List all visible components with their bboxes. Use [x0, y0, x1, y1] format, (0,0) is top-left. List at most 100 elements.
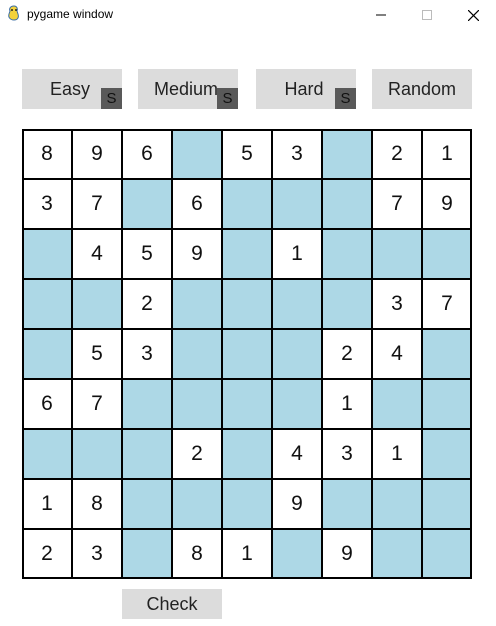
sudoku-cell[interactable]	[322, 279, 372, 329]
sudoku-cell[interactable]: 2	[22, 529, 72, 579]
sudoku-cell[interactable]: 2	[322, 329, 372, 379]
box-border-vertical	[171, 129, 173, 579]
sudoku-cell[interactable]	[122, 429, 172, 479]
sudoku-cell[interactable]	[122, 179, 172, 229]
sudoku-cell[interactable]	[372, 479, 422, 529]
sudoku-cell[interactable]	[72, 429, 122, 479]
easy-button[interactable]: Easy S	[22, 69, 122, 109]
sudoku-cell[interactable]	[422, 479, 472, 529]
sudoku-cell[interactable]	[322, 479, 372, 529]
check-button[interactable]: Check	[122, 589, 222, 619]
sudoku-cell[interactable]: 1	[322, 379, 372, 429]
pygame-snake-icon	[8, 5, 19, 21]
sudoku-cell[interactable]	[372, 529, 422, 579]
sudoku-cell[interactable]	[22, 229, 72, 279]
sudoku-cell[interactable]: 3	[72, 529, 122, 579]
sudoku-cell[interactable]: 7	[72, 379, 122, 429]
sudoku-cell[interactable]: 1	[272, 229, 322, 279]
sudoku-cell[interactable]: 9	[72, 129, 122, 179]
sudoku-cell[interactable]	[422, 329, 472, 379]
sudoku-cell[interactable]	[322, 129, 372, 179]
sudoku-cell[interactable]: 7	[72, 179, 122, 229]
sudoku-cell[interactable]: 9	[422, 179, 472, 229]
sudoku-cell[interactable]: 1	[422, 129, 472, 179]
sudoku-cell[interactable]: 6	[122, 129, 172, 179]
maximize-button[interactable]	[404, 0, 450, 30]
sudoku-cell[interactable]	[422, 229, 472, 279]
sudoku-cell[interactable]	[272, 329, 322, 379]
sudoku-cell[interactable]: 6	[172, 179, 222, 229]
sudoku-cell[interactable]	[172, 279, 222, 329]
sudoku-cell[interactable]	[122, 529, 172, 579]
sudoku-cell[interactable]: 5	[122, 229, 172, 279]
sudoku-cell[interactable]: 4	[72, 229, 122, 279]
minimize-button[interactable]	[358, 0, 404, 30]
sudoku-cell[interactable]	[272, 529, 322, 579]
sudoku-cell[interactable]	[272, 379, 322, 429]
sudoku-cell[interactable]: 8	[22, 129, 72, 179]
sudoku-cell[interactable]	[372, 229, 422, 279]
sudoku-cell[interactable]	[422, 429, 472, 479]
sudoku-cell[interactable]: 3	[322, 429, 372, 479]
sudoku-cell[interactable]	[172, 379, 222, 429]
sudoku-cell[interactable]: 9	[272, 479, 322, 529]
sudoku-cell[interactable]: 7	[422, 279, 472, 329]
sudoku-cell[interactable]	[222, 229, 272, 279]
sudoku-cell[interactable]	[222, 429, 272, 479]
sudoku-cell[interactable]	[22, 329, 72, 379]
medium-solve-button[interactable]: S	[217, 88, 238, 109]
window-title: pygame window	[27, 7, 114, 21]
minimize-icon	[376, 14, 386, 16]
sudoku-cell[interactable]: 5	[222, 129, 272, 179]
sudoku-cell[interactable]	[322, 179, 372, 229]
sudoku-cell[interactable]	[222, 379, 272, 429]
sudoku-cell[interactable]	[272, 279, 322, 329]
sudoku-cell[interactable]	[72, 279, 122, 329]
sudoku-cell[interactable]: 2	[172, 429, 222, 479]
hard-button-label: Hard	[284, 78, 324, 99]
sudoku-cell[interactable]	[172, 479, 222, 529]
sudoku-cell[interactable]: 6	[22, 379, 72, 429]
sudoku-cell[interactable]: 8	[72, 479, 122, 529]
sudoku-cell[interactable]	[372, 379, 422, 429]
medium-button[interactable]: Medium S	[138, 69, 238, 109]
sudoku-cell[interactable]: 7	[372, 179, 422, 229]
hard-button[interactable]: Hard S	[256, 69, 356, 109]
sudoku-cell[interactable]	[222, 329, 272, 379]
hard-solve-button[interactable]: S	[335, 88, 356, 109]
sudoku-cell[interactable]	[422, 379, 472, 429]
box-border-horizontal	[22, 278, 472, 280]
sudoku-cell[interactable]	[222, 179, 272, 229]
sudoku-cell[interactable]	[322, 229, 372, 279]
random-button[interactable]: Random	[372, 69, 472, 109]
sudoku-cell[interactable]	[22, 279, 72, 329]
sudoku-cell[interactable]: 3	[372, 279, 422, 329]
sudoku-cell[interactable]: 5	[72, 329, 122, 379]
sudoku-cell[interactable]: 3	[122, 329, 172, 379]
sudoku-cell[interactable]: 2	[372, 129, 422, 179]
close-button[interactable]	[450, 0, 496, 30]
sudoku-cell[interactable]	[272, 179, 322, 229]
sudoku-cell[interactable]	[422, 529, 472, 579]
sudoku-cell[interactable]	[222, 279, 272, 329]
sudoku-cell[interactable]	[122, 479, 172, 529]
sudoku-cell[interactable]: 9	[172, 229, 222, 279]
sudoku-cell[interactable]: 4	[272, 429, 322, 479]
sudoku-cell[interactable]: 4	[372, 329, 422, 379]
sudoku-cell[interactable]	[172, 129, 222, 179]
sudoku-cell[interactable]	[22, 429, 72, 479]
easy-button-label: Easy	[49, 78, 91, 99]
sudoku-cell[interactable]: 2	[122, 279, 172, 329]
sudoku-cell[interactable]	[172, 329, 222, 379]
sudoku-cell[interactable]	[122, 379, 172, 429]
easy-solve-button[interactable]: S	[101, 88, 122, 109]
box-border-vertical	[321, 129, 323, 579]
sudoku-cell[interactable]: 9	[322, 529, 372, 579]
sudoku-cell[interactable]: 3	[22, 179, 72, 229]
sudoku-cell[interactable]: 1	[222, 529, 272, 579]
sudoku-cell[interactable]: 1	[22, 479, 72, 529]
sudoku-cell[interactable]: 3	[272, 129, 322, 179]
sudoku-cell[interactable]: 1	[372, 429, 422, 479]
sudoku-cell[interactable]: 8	[172, 529, 222, 579]
sudoku-cell[interactable]	[222, 479, 272, 529]
